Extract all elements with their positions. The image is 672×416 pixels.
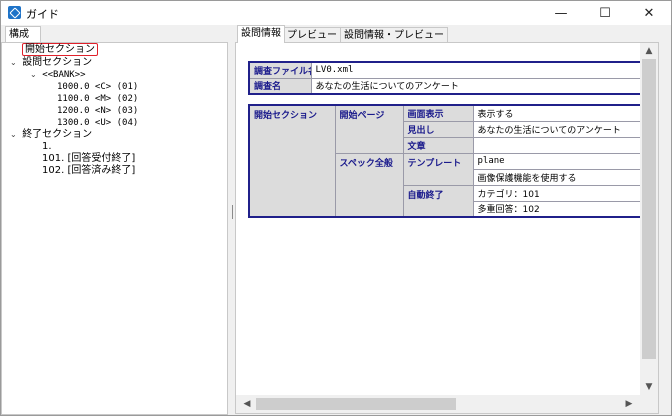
tree-node-label: 終了セクション bbox=[22, 129, 93, 140]
tree-node-end-section[interactable]: ⌄ 終了セクション bbox=[10, 129, 92, 141]
tree-node-label: 設問セクション bbox=[22, 57, 93, 68]
tree-node-end-item[interactable]: 102. [回答済み終了] bbox=[42, 165, 135, 177]
section-info-table: 開始セクション 開始ページ 画面表示 表示する 見出し あなたの生活についてのア… bbox=[248, 104, 646, 218]
guide-window: ガイド — ☐ ✕ 構成 開始セクション ⌄ 設問セクション ⌄ <<BANK>… bbox=[0, 0, 672, 416]
structure-tree: 開始セクション ⌄ 設問セクション ⌄ <<BANK>> 1000.0 <C> … bbox=[1, 42, 228, 415]
chevron-down-icon[interactable]: ⌄ bbox=[30, 69, 39, 81]
vertical-scrollbar[interactable]: ▲ ▼ bbox=[640, 43, 658, 395]
tree-node-question-section[interactable]: ⌄ 設問セクション bbox=[10, 57, 92, 69]
table-row: 調査ファイル名 LV0.xml bbox=[248, 61, 646, 79]
scroll-down-icon[interactable]: ▼ bbox=[640, 379, 658, 395]
tree-node-start-section[interactable]: 開始セクション bbox=[22, 43, 98, 56]
maximize-button[interactable]: ☐ bbox=[583, 1, 627, 25]
tree-node-end-item[interactable]: 101. [回答受付終了] bbox=[42, 153, 135, 165]
item-value: plane bbox=[472, 152, 646, 170]
survey-name-label: 調査名 bbox=[248, 77, 312, 95]
item-key: 文章 bbox=[402, 136, 474, 154]
group-name: 開始ページ bbox=[334, 104, 404, 154]
tree-node-end-item[interactable]: 1. bbox=[42, 141, 52, 153]
scroll-left-icon[interactable]: ◀ bbox=[238, 396, 256, 412]
scroll-up-icon[interactable]: ▲ bbox=[640, 43, 658, 59]
file-name-value: LV0.xml bbox=[310, 61, 646, 79]
minimize-button[interactable]: — bbox=[539, 1, 583, 25]
tree-node-option[interactable]: 1200.0 <N> (03) bbox=[57, 105, 138, 117]
close-button[interactable]: ✕ bbox=[627, 1, 671, 25]
horizontal-scroll-thumb[interactable] bbox=[256, 398, 456, 410]
detail-pane: 設問情報 プレビュー 設問情報・プレビュー 調査ファイル名 LV0.xml 調査… bbox=[235, 25, 671, 415]
window-title: ガイド bbox=[26, 8, 59, 21]
table-row: 調査名 あなたの生活についてのアンケート bbox=[248, 77, 646, 95]
title-bar[interactable]: ガイド — ☐ ✕ bbox=[1, 1, 671, 25]
table-row: 開始セクション 開始ページ 画面表示 表示する bbox=[248, 104, 646, 218]
chevron-down-icon[interactable]: ⌄ bbox=[10, 129, 19, 141]
group-name: スペック全般 bbox=[334, 152, 404, 218]
item-value: 画像保護機能を使用する bbox=[472, 168, 646, 186]
tab-question-info[interactable]: 設問情報 bbox=[237, 25, 285, 43]
survey-name-value: あなたの生活についてのアンケート bbox=[310, 77, 646, 95]
file-info-table: 調査ファイル名 LV0.xml 調査名 あなたの生活についてのアンケート bbox=[248, 61, 646, 95]
horizontal-scrollbar[interactable]: ◀ ▶ bbox=[236, 395, 640, 413]
tab-preview[interactable]: プレビュー bbox=[283, 27, 341, 43]
vertical-scroll-thumb[interactable] bbox=[642, 59, 656, 359]
detail-tabs: 設問情報 プレビュー 設問情報・プレビュー bbox=[235, 25, 671, 43]
structure-pane: 構成 開始セクション ⌄ 設問セクション ⌄ <<BANK>> 1000.0 <… bbox=[1, 25, 231, 415]
item-key: 見出し bbox=[402, 120, 474, 138]
detail-content: 調査ファイル名 LV0.xml 調査名 あなたの生活についてのアンケート 開始セ… bbox=[235, 42, 659, 414]
item-key: 自動終了 bbox=[402, 184, 474, 218]
tree-node-bank[interactable]: ⌄ <<BANK>> bbox=[30, 69, 86, 81]
item-key: 画面表示 bbox=[402, 104, 474, 122]
tree-node-option[interactable]: 1000.0 <C> (01) bbox=[57, 81, 138, 93]
item-value bbox=[472, 136, 646, 154]
item-value: あなたの生活についてのアンケート bbox=[472, 120, 646, 138]
tree-node-label: <<BANK>> bbox=[42, 70, 86, 80]
item-value: 多重回答：102 bbox=[472, 200, 646, 218]
scroll-right-icon[interactable]: ▶ bbox=[620, 396, 638, 412]
tree-node-option[interactable]: 1100.0 <M> (02) bbox=[57, 93, 138, 105]
tree-node-label: 開始セクション bbox=[22, 43, 98, 56]
item-value: カテゴリ：101 bbox=[472, 184, 646, 202]
item-key: テンプレート bbox=[402, 152, 474, 186]
tree-node-option[interactable]: 1300.0 <U> (04) bbox=[57, 117, 138, 129]
tab-structure[interactable]: 構成 bbox=[5, 26, 41, 42]
section-name: 開始セクション bbox=[248, 104, 336, 218]
tab-question-info-preview[interactable]: 設問情報・プレビュー bbox=[340, 27, 448, 43]
splitter-grip[interactable] bbox=[232, 205, 234, 219]
item-value: 表示する bbox=[472, 104, 646, 122]
file-name-label: 調査ファイル名 bbox=[248, 61, 312, 79]
app-icon bbox=[8, 6, 21, 19]
scroll-corner bbox=[640, 395, 658, 413]
chevron-down-icon[interactable]: ⌄ bbox=[10, 57, 19, 69]
